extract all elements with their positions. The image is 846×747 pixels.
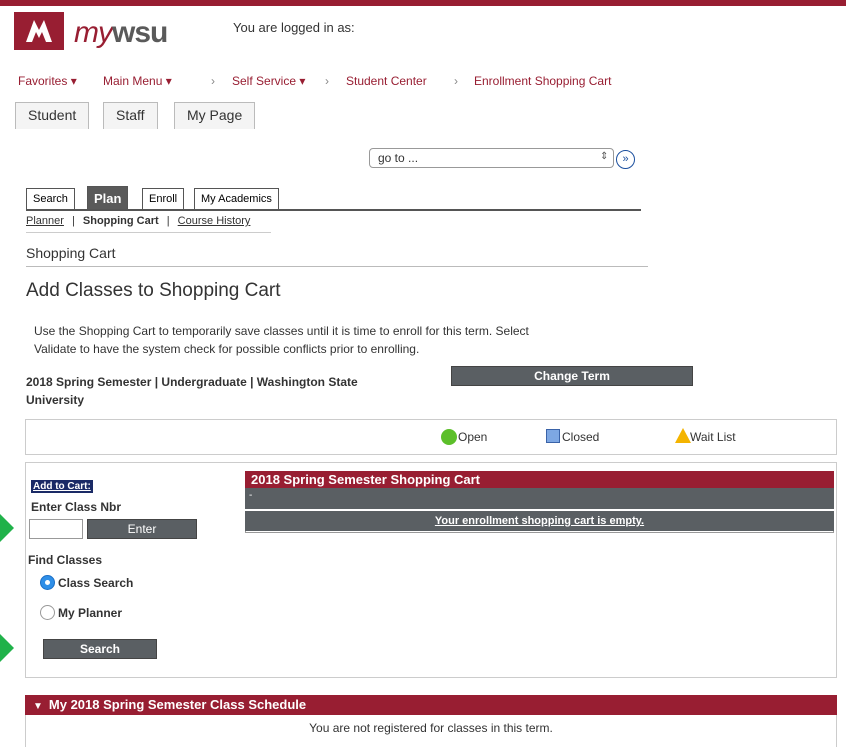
collapse-triangle-icon: ▼ [33,701,43,712]
cart-empty-row: Your enrollment shopping cart is empty. [245,509,834,531]
link-planner[interactable]: Planner [26,215,64,227]
class-nbr-input[interactable] [29,519,83,539]
logged-in-text: You are logged in as: [233,20,355,35]
find-classes-label: Find Classes [28,553,103,567]
goto-submit-icon[interactable]: » [616,150,635,169]
tab-search[interactable]: Search [26,188,75,210]
wsu-logo-icon[interactable] [14,12,64,50]
my-planner-label[interactable]: My Planner [58,606,122,620]
mywsu-logo[interactable]: mywsu [74,16,168,50]
term-line-2: University [26,393,85,407]
sublink-sep: | [166,215,170,227]
class-search-label[interactable]: Class Search [58,576,133,590]
waitlist-status-icon [675,428,691,443]
nav-self-service-label: Self Service [232,74,297,88]
page-title: Add Classes to Shopping Cart [26,280,281,301]
section-divider [26,266,648,267]
closed-status-icon [546,429,560,443]
enter-class-nbr-label: Enter Class Nbr [31,500,122,514]
annotation-arrow-icon [0,608,14,688]
add-to-cart-label: Add to Cart: [31,480,93,493]
schedule-title: My 2018 Spring Semester Class Schedule [48,697,307,712]
intro-text: Use the Shopping Cart to temporarily sav… [34,322,594,358]
sublinks-underline [26,232,271,233]
schedule-header[interactable]: ▼ My 2018 Spring Semester Class Schedule [25,695,837,715]
search-button[interactable]: Search [43,639,157,659]
nav-self-service[interactable]: Self Service ▾ [232,74,305,88]
select-arrows-icon: ⇕ [600,151,609,162]
link-course-history[interactable]: Course History [178,215,251,227]
cart-title: 2018 Spring Semester Shopping Cart [245,471,834,488]
cart-header-row: - [245,488,834,509]
breadcrumb-separator-icon: › [211,74,215,88]
logo-wsu: wsu [112,16,168,49]
schedule-message: You are not registered for classes in th… [25,715,837,747]
tab-divider [26,209,641,211]
annotation-arrow-icon [0,488,14,568]
nav-main-menu[interactable]: Main Menu ▾ [103,74,172,88]
chevron-down-icon: ▾ [299,74,306,88]
logo-my: my [74,16,113,49]
tab-plan[interactable]: Plan [87,186,129,210]
tab-my-academics[interactable]: My Academics [194,188,279,210]
chevron-down-icon: ▾ [165,74,172,88]
intro-line-1: Use the Shopping Cart to temporarily sav… [34,324,529,338]
breadcrumb-separator-icon: › [325,74,329,88]
legend-closed-label: Closed [562,430,600,444]
enter-button[interactable]: Enter [87,519,197,539]
nav-enrollment-cart[interactable]: Enrollment Shopping Cart [474,74,611,88]
class-search-radio[interactable] [40,575,55,590]
nav-main-menu-label: Main Menu [103,74,163,88]
link-shopping-cart-current: Shopping Cart [82,215,159,227]
term-label: 2018 Spring Semester | Undergraduate | W… [26,373,386,409]
plan-sublinks: Planner | Shopping Cart | Course History [26,215,250,227]
nav-student-center[interactable]: Student Center [346,74,427,88]
top-bar [0,0,846,6]
change-term-button[interactable]: Change Term [451,366,693,386]
nav-favorites[interactable]: Favorites ▾ [18,74,77,88]
legend-waitlist-label: Wait List [690,430,736,444]
tab-enroll[interactable]: Enroll [142,188,185,210]
legend-open-label: Open [458,430,488,444]
tab-staff[interactable]: Staff [103,102,158,129]
sublink-sep: | [71,215,75,227]
chevron-down-icon: ▾ [70,74,77,88]
nav-favorites-label: Favorites [18,74,68,88]
open-status-icon [441,429,457,445]
breadcrumb-separator-icon: › [454,74,458,88]
section-title: Shopping Cart [26,245,116,261]
intro-line-2: Validate to have the system check for po… [34,342,420,356]
term-line-1: 2018 Spring Semester | Undergraduate | W… [26,375,358,389]
goto-select[interactable]: go to ... [369,148,614,168]
my-planner-radio[interactable] [40,605,55,620]
tab-my-page[interactable]: My Page [174,102,256,129]
cart-empty-message: Your enrollment shopping cart is empty. [434,515,645,527]
tab-student[interactable]: Student [15,102,90,129]
